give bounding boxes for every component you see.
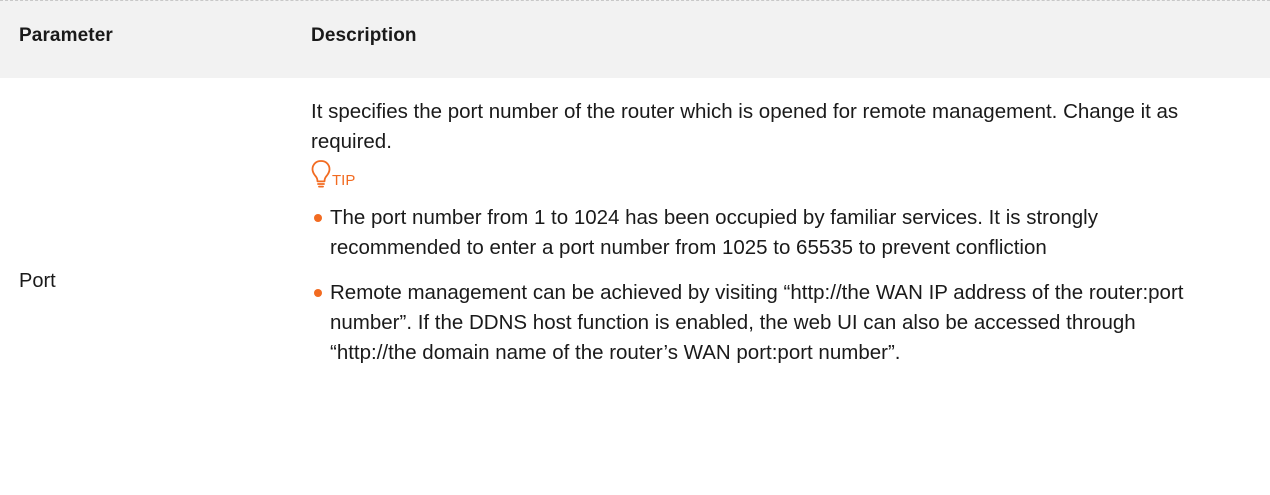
bullet-text: Remote management can be achieved by vis… — [330, 281, 1184, 364]
bullet-dot-icon — [314, 289, 322, 297]
tip-bullet-list: The port number from 1 to 1024 has been … — [311, 203, 1221, 368]
table-header-row: Parameter Description — [0, 0, 1270, 78]
header-parameter: Parameter — [19, 25, 113, 46]
description-cell: It specifies the port number of the rout… — [311, 97, 1221, 383]
parameter-cell: Port — [19, 270, 56, 292]
tip-label: TIP — [332, 172, 356, 189]
tip-callout: TIP — [311, 157, 1221, 189]
description-intro: It specifies the port number of the rout… — [311, 100, 1179, 153]
lightbulb-icon — [311, 159, 331, 189]
table-row: Port It specifies the port number of the… — [0, 78, 1270, 495]
bullet-text: The port number from 1 to 1024 has been … — [330, 206, 1098, 259]
list-item: The port number from 1 to 1024 has been … — [311, 203, 1221, 263]
bullet-dot-icon — [314, 214, 322, 222]
list-item: Remote management can be achieved by vis… — [311, 278, 1221, 368]
header-description: Description — [311, 25, 417, 46]
parameter-table: Parameter Description Port It specifies … — [0, 0, 1270, 495]
